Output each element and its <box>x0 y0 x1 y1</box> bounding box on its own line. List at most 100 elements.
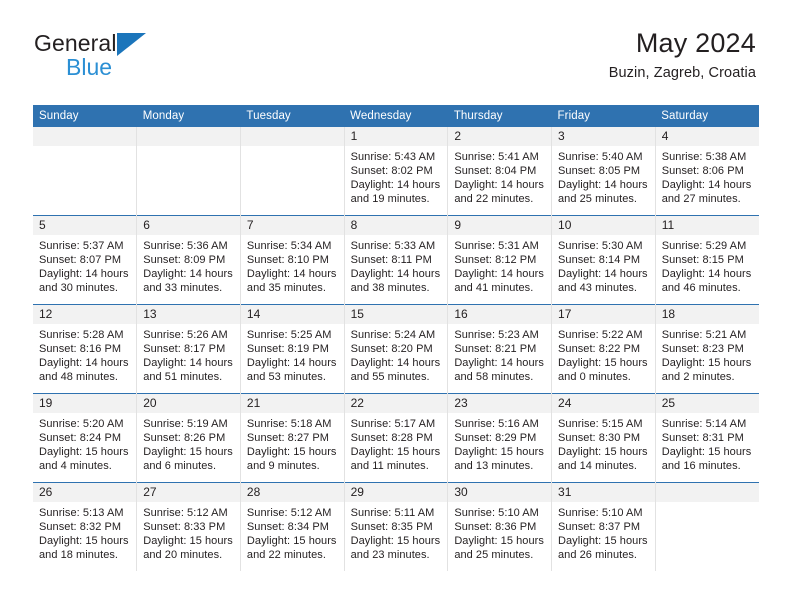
day-number <box>137 127 240 146</box>
calendar-day-cell[interactable]: 17 Sunrise: 5:22 AM Sunset: 8:22 PM Dayligh… <box>551 304 656 394</box>
calendar-day-cell[interactable]: 13 Sunrise: 5:26 AM Sunset: 8:17 PM Dayligh… <box>136 304 241 394</box>
calendar-day-cell[interactable]: 1 Sunrise: 5:43 AM Sunset: 8:02 PM Daylight… <box>343 127 449 216</box>
sunrise-time: Sunrise: 5:37 AM <box>39 240 124 252</box>
sunset-time: Sunset: 8:28 PM <box>350 432 433 445</box>
calendar-day-cell[interactable]: 12 Sunrise: 5:28 AM Sunset: 8:16 PM Dayligh… <box>33 304 138 394</box>
sunrise-time: Sunrise: 5:10 AM <box>454 507 539 519</box>
daylight-duration-line1: Daylight: 15 hours <box>246 446 337 459</box>
daylight-duration-line2: and 22 minutes. <box>246 549 326 562</box>
daylight-duration-line1: Daylight: 15 hours <box>350 446 441 459</box>
day-sun-info: Sunrise: 5:31 AM Sunset: 8:12 PM Daylight:… <box>448 235 551 295</box>
calendar-day-cell[interactable]: 21 Sunrise: 5:18 AM Sunset: 8:27 PM Dayligh… <box>239 393 345 483</box>
calendar-day-cell[interactable]: 14 Sunrise: 5:25 AM Sunset: 8:19 PM Dayligh… <box>239 304 345 394</box>
weekday-header-friday: Friday <box>551 105 656 127</box>
sunrise-time: Sunrise: 5:18 AM <box>246 418 332 430</box>
day-number: 24 <box>552 394 655 413</box>
daylight-duration-line2: and 58 minutes. <box>454 371 534 384</box>
calendar-day-cell[interactable]: 11 Sunrise: 5:29 AM Sunset: 8:15 PM Dayligh… <box>654 215 759 305</box>
day-sun-info: Sunrise: 5:22 AM Sunset: 8:22 PM Daylight:… <box>552 324 655 384</box>
calendar-day-cell[interactable]: 23 Sunrise: 5:16 AM Sunset: 8:29 PM Dayligh… <box>447 393 553 483</box>
calendar-day-cell[interactable]: 27 Sunrise: 5:12 AM Sunset: 8:33 PM Dayligh… <box>136 482 241 571</box>
daylight-duration-line2: and 41 minutes. <box>454 282 534 295</box>
calendar-day-cell[interactable]: 18 Sunrise: 5:21 AM Sunset: 8:23 PM Dayligh… <box>654 304 759 394</box>
sunrise-time: Sunrise: 5:26 AM <box>143 329 228 341</box>
daylight-duration-line1: Daylight: 15 hours <box>39 535 129 548</box>
calendar-day-cell[interactable]: 5 Sunrise: 5:37 AM Sunset: 8:07 PM Daylight… <box>33 215 138 305</box>
daylight-duration-line2: and 38 minutes. <box>350 282 430 295</box>
daylight-duration-line1: Daylight: 15 hours <box>39 446 129 459</box>
day-sun-info: Sunrise: 5:16 AM Sunset: 8:29 PM Daylight:… <box>448 413 551 473</box>
brand-name-general: General <box>34 30 117 56</box>
day-sun-info: Sunrise: 5:19 AM Sunset: 8:26 PM Daylight:… <box>137 413 240 473</box>
sunrise-time: Sunrise: 5:29 AM <box>661 240 747 252</box>
daylight-duration-line2: and 33 minutes. <box>143 282 223 295</box>
sunrise-time: Sunrise: 5:41 AM <box>454 151 539 163</box>
daylight-duration-line2: and 26 minutes. <box>558 549 638 562</box>
daylight-duration-line1: Daylight: 14 hours <box>454 357 544 370</box>
day-number: 16 <box>448 305 552 324</box>
daylight-duration-line2: and 25 minutes. <box>558 193 638 206</box>
day-number: 26 <box>33 483 137 502</box>
calendar-day-cell[interactable]: 20 Sunrise: 5:19 AM Sunset: 8:26 PM Dayligh… <box>136 393 241 483</box>
calendar-day-cell[interactable]: 28 Sunrise: 5:12 AM Sunset: 8:34 PM Dayligh… <box>239 482 345 571</box>
calendar-day-cell[interactable]: 29 Sunrise: 5:11 AM Sunset: 8:35 PM Dayligh… <box>343 482 449 571</box>
calendar-day-cell[interactable]: 30 Sunrise: 5:10 AM Sunset: 8:36 PM Dayligh… <box>447 482 553 571</box>
calendar-day-cell[interactable]: 16 Sunrise: 5:23 AM Sunset: 8:21 PM Dayligh… <box>447 304 553 394</box>
sunset-time: Sunset: 8:06 PM <box>661 165 744 178</box>
day-sun-info: Sunrise: 5:37 AM Sunset: 8:07 PM Daylight:… <box>33 235 136 295</box>
daylight-duration-line1: Daylight: 14 hours <box>143 268 233 281</box>
calendar-day-cell[interactable]: 26 Sunrise: 5:13 AM Sunset: 8:32 PM Dayligh… <box>33 482 138 571</box>
daylight-duration-line1: Daylight: 14 hours <box>246 268 337 281</box>
daylight-duration-line1: Daylight: 15 hours <box>558 446 648 459</box>
day-number: 10 <box>552 216 655 235</box>
calendar-day-cell[interactable]: 22 Sunrise: 5:17 AM Sunset: 8:28 PM Dayligh… <box>343 393 449 483</box>
sunrise-time: Sunrise: 5:30 AM <box>558 240 643 252</box>
daylight-duration-line2: and 13 minutes. <box>454 460 534 473</box>
calendar-day-cell[interactable]: 25 Sunrise: 5:14 AM Sunset: 8:31 PM Dayligh… <box>654 393 759 483</box>
sunrise-time: Sunrise: 5:12 AM <box>143 507 228 519</box>
sunset-time: Sunset: 8:21 PM <box>454 343 537 356</box>
calendar-day-cell[interactable]: 6 Sunrise: 5:36 AM Sunset: 8:09 PM Daylight… <box>136 215 241 305</box>
sunset-time: Sunset: 8:22 PM <box>558 343 641 356</box>
calendar-day-cell[interactable]: 15 Sunrise: 5:24 AM Sunset: 8:20 PM Dayligh… <box>343 304 449 394</box>
calendar-week-row: 12 Sunrise: 5:28 AM Sunset: 8:16 PM Dayligh… <box>33 304 759 394</box>
daylight-duration-line1: Daylight: 14 hours <box>350 357 441 370</box>
calendar-week-row: 1 Sunrise: 5:43 AM Sunset: 8:02 PM Daylight… <box>33 127 759 216</box>
sunset-time: Sunset: 8:33 PM <box>143 521 226 534</box>
daylight-duration-line2: and 19 minutes. <box>350 193 430 206</box>
calendar-day-cell[interactable]: 8 Sunrise: 5:33 AM Sunset: 8:11 PM Daylight… <box>343 215 449 305</box>
daylight-duration-line1: Daylight: 14 hours <box>39 268 129 281</box>
day-sun-info: Sunrise: 5:21 AM Sunset: 8:23 PM Daylight:… <box>656 324 759 384</box>
day-sun-info: Sunrise: 5:38 AM Sunset: 8:06 PM Daylight:… <box>656 146 759 206</box>
day-number: 3 <box>552 127 655 146</box>
brand-logo[interactable]: General Blue <box>34 32 146 79</box>
sunrise-time: Sunrise: 5:36 AM <box>143 240 228 252</box>
daylight-duration-line2: and 14 minutes. <box>558 460 638 473</box>
sunrise-time: Sunrise: 5:31 AM <box>454 240 539 252</box>
day-number: 31 <box>552 483 655 502</box>
calendar-day-cell[interactable]: 7 Sunrise: 5:34 AM Sunset: 8:10 PM Daylight… <box>239 215 345 305</box>
calendar-day-cell[interactable]: 19 Sunrise: 5:20 AM Sunset: 8:24 PM Dayligh… <box>33 393 138 483</box>
day-sun-info: Sunrise: 5:11 AM Sunset: 8:35 PM Daylight:… <box>345 502 448 562</box>
day-number <box>33 127 137 146</box>
daylight-duration-line1: Daylight: 15 hours <box>143 535 233 548</box>
day-number: 22 <box>344 394 448 413</box>
sunrise-time: Sunrise: 5:34 AM <box>246 240 332 252</box>
calendar-day-cell[interactable]: 31 Sunrise: 5:10 AM Sunset: 8:37 PM Dayligh… <box>551 482 656 571</box>
sunset-time: Sunset: 8:23 PM <box>661 343 744 356</box>
calendar-day-cell[interactable]: 4 Sunrise: 5:38 AM Sunset: 8:06 PM Daylight… <box>654 127 759 216</box>
daylight-duration-line1: Daylight: 15 hours <box>454 446 544 459</box>
daylight-duration-line1: Daylight: 15 hours <box>661 357 752 370</box>
day-number: 4 <box>655 127 759 146</box>
calendar-day-cell[interactable]: 10 Sunrise: 5:30 AM Sunset: 8:14 PM Dayligh… <box>551 215 656 305</box>
calendar-day-cell[interactable]: 9 Sunrise: 5:31 AM Sunset: 8:12 PM Daylight… <box>447 215 553 305</box>
daylight-duration-line2: and 46 minutes. <box>661 282 741 295</box>
calendar-header-row: Sunday Monday Tuesday Wednesday Thursday Frid… <box>33 105 759 127</box>
day-sun-info: Sunrise: 5:40 AM Sunset: 8:05 PM Daylight:… <box>552 146 655 206</box>
calendar-day-cell[interactable]: 3 Sunrise: 5:40 AM Sunset: 8:05 PM Daylight… <box>551 127 656 216</box>
calendar-day-cell[interactable]: 2 Sunrise: 5:41 AM Sunset: 8:04 PM Daylight… <box>447 127 553 216</box>
page-title: May 2024 <box>635 28 756 58</box>
day-sun-info: Sunrise: 5:33 AM Sunset: 8:11 PM Daylight:… <box>345 235 448 295</box>
calendar-day-cell[interactable]: 24 Sunrise: 5:15 AM Sunset: 8:30 PM Dayligh… <box>551 393 656 483</box>
sunrise-time: Sunrise: 5:15 AM <box>558 418 643 430</box>
